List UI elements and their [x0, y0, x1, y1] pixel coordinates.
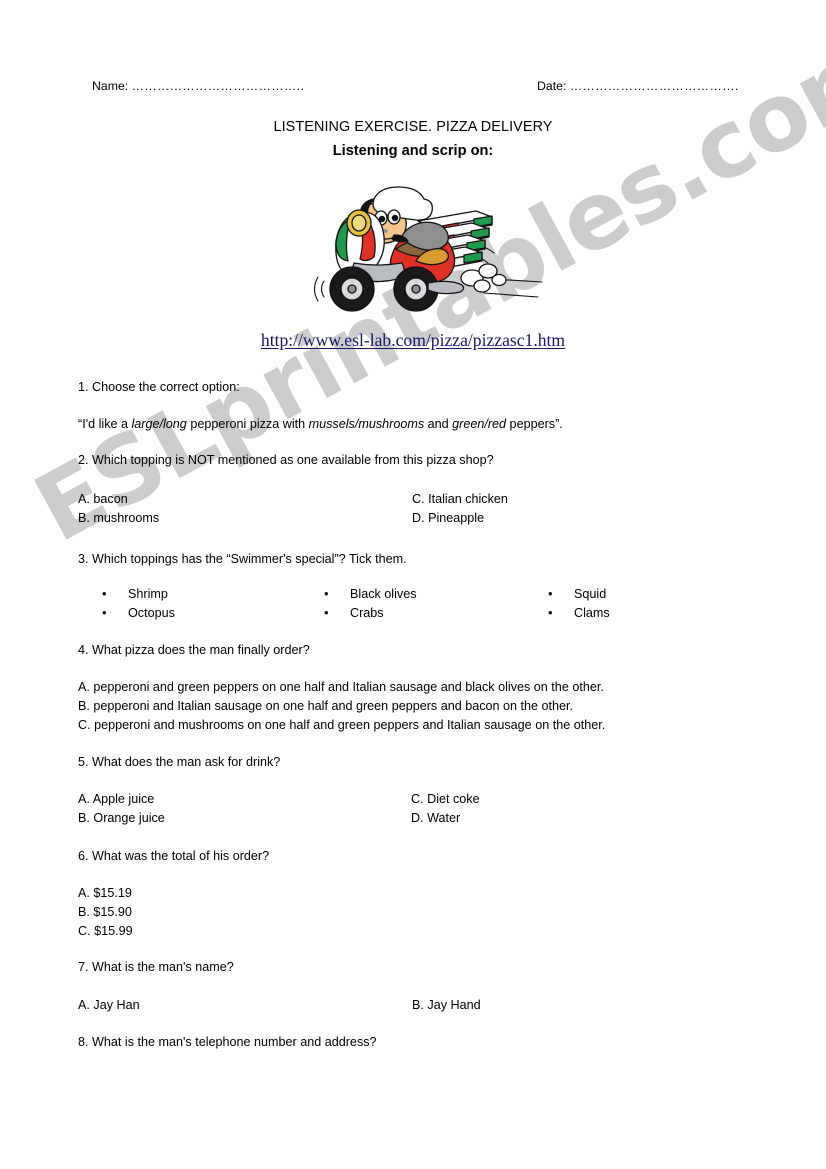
q1-part-3: and: [424, 417, 453, 431]
question-5-option-b[interactable]: B. Orange juice: [78, 811, 165, 826]
question-2-option-a[interactable]: A. bacon: [78, 492, 128, 507]
worksheet-page: ESLprintables.com Name: ………………………………….. …: [0, 0, 826, 1169]
date-field-line[interactable]: Date: ………………………………….: [537, 79, 739, 93]
pizza-delivery-scooter-illustration: [296, 183, 558, 318]
question-4-option-b[interactable]: B. pepperoni and Italian sausage on one …: [78, 699, 573, 714]
question-6-option-a[interactable]: A. $15.19: [78, 886, 132, 901]
q1-part-4: peppers”.: [506, 417, 563, 431]
q3-item-black-olives[interactable]: Black olives: [324, 586, 416, 601]
question-7-option-b[interactable]: B. Jay Hand: [412, 998, 481, 1013]
q3-item-octopus[interactable]: Octopus: [102, 605, 175, 620]
question-4-option-a[interactable]: A. pepperoni and green peppers on one ha…: [78, 680, 604, 695]
q3-item-crabs[interactable]: Crabs: [324, 605, 383, 620]
question-1-prompt: 1. Choose the correct option:: [78, 380, 240, 394]
date-dotted-line: ………………………………….: [569, 79, 739, 93]
question-2-option-b[interactable]: B. mushrooms: [78, 511, 159, 526]
date-label: Date:: [537, 79, 567, 93]
question-4-option-c[interactable]: C. pepperoni and mushrooms on one half a…: [78, 718, 605, 733]
question-2-option-d[interactable]: D. Pineapple: [412, 511, 484, 526]
question-2-prompt: 2. Which topping is NOT mentioned as one…: [78, 453, 494, 467]
q1-choice-1: large/long: [131, 417, 187, 431]
worksheet-content: Name: ………………………………….. Date: …………………………………: [0, 0, 826, 1169]
question-4-prompt: 4. What pizza does the man finally order…: [78, 643, 310, 657]
question-6-option-b[interactable]: B. $15.90: [78, 905, 132, 920]
name-dotted-line: …………………………………..: [131, 79, 305, 93]
q1-part-2: pepperoni pizza with: [186, 417, 309, 431]
listening-script-link[interactable]: http://www.esl-lab.com/pizza/pizzasc1.ht…: [0, 330, 826, 351]
worksheet-subtitle: Listening and scrip on:: [332, 143, 494, 159]
q3-item-squid[interactable]: Squid: [548, 586, 606, 601]
question-2-option-c[interactable]: C. Italian chicken: [412, 492, 508, 507]
worksheet-title: LISTENING EXERCISE. PIZZA DELIVERY: [273, 119, 553, 135]
q3-item-clams[interactable]: Clams: [548, 605, 609, 620]
question-7-option-a[interactable]: A. Jay Han: [78, 998, 140, 1013]
q1-part-1: “I'd like a: [78, 417, 132, 431]
question-3-prompt: 3. Which toppings has the “Swimmer's spe…: [78, 552, 407, 566]
question-1-sentence: “I'd like a large/long pepperoni pizza w…: [78, 417, 563, 432]
question-5-option-a[interactable]: A. Apple juice: [78, 792, 154, 807]
question-5-option-d[interactable]: D. Water: [411, 811, 460, 826]
q1-choice-3: green/red: [452, 417, 507, 431]
question-5-option-c[interactable]: C. Diet coke: [411, 792, 480, 807]
question-8-prompt: 8. What is the man's telephone number an…: [78, 1035, 377, 1049]
name-field-line[interactable]: Name: …………………………………..: [92, 79, 304, 93]
q1-choice-2: mussels/mushrooms: [308, 417, 425, 431]
question-7-prompt: 7. What is the man's name?: [78, 960, 234, 974]
q3-item-shrimp[interactable]: Shrimp: [102, 586, 168, 601]
name-label: Name:: [92, 79, 129, 93]
question-6-option-c[interactable]: C. $15.99: [78, 924, 133, 939]
question-6-prompt: 6. What was the total of his order?: [78, 849, 270, 863]
question-5-prompt: 5. What does the man ask for drink?: [78, 755, 281, 769]
student-header-row: Name: ………………………………….. Date: …………………………………: [0, 79, 826, 97]
